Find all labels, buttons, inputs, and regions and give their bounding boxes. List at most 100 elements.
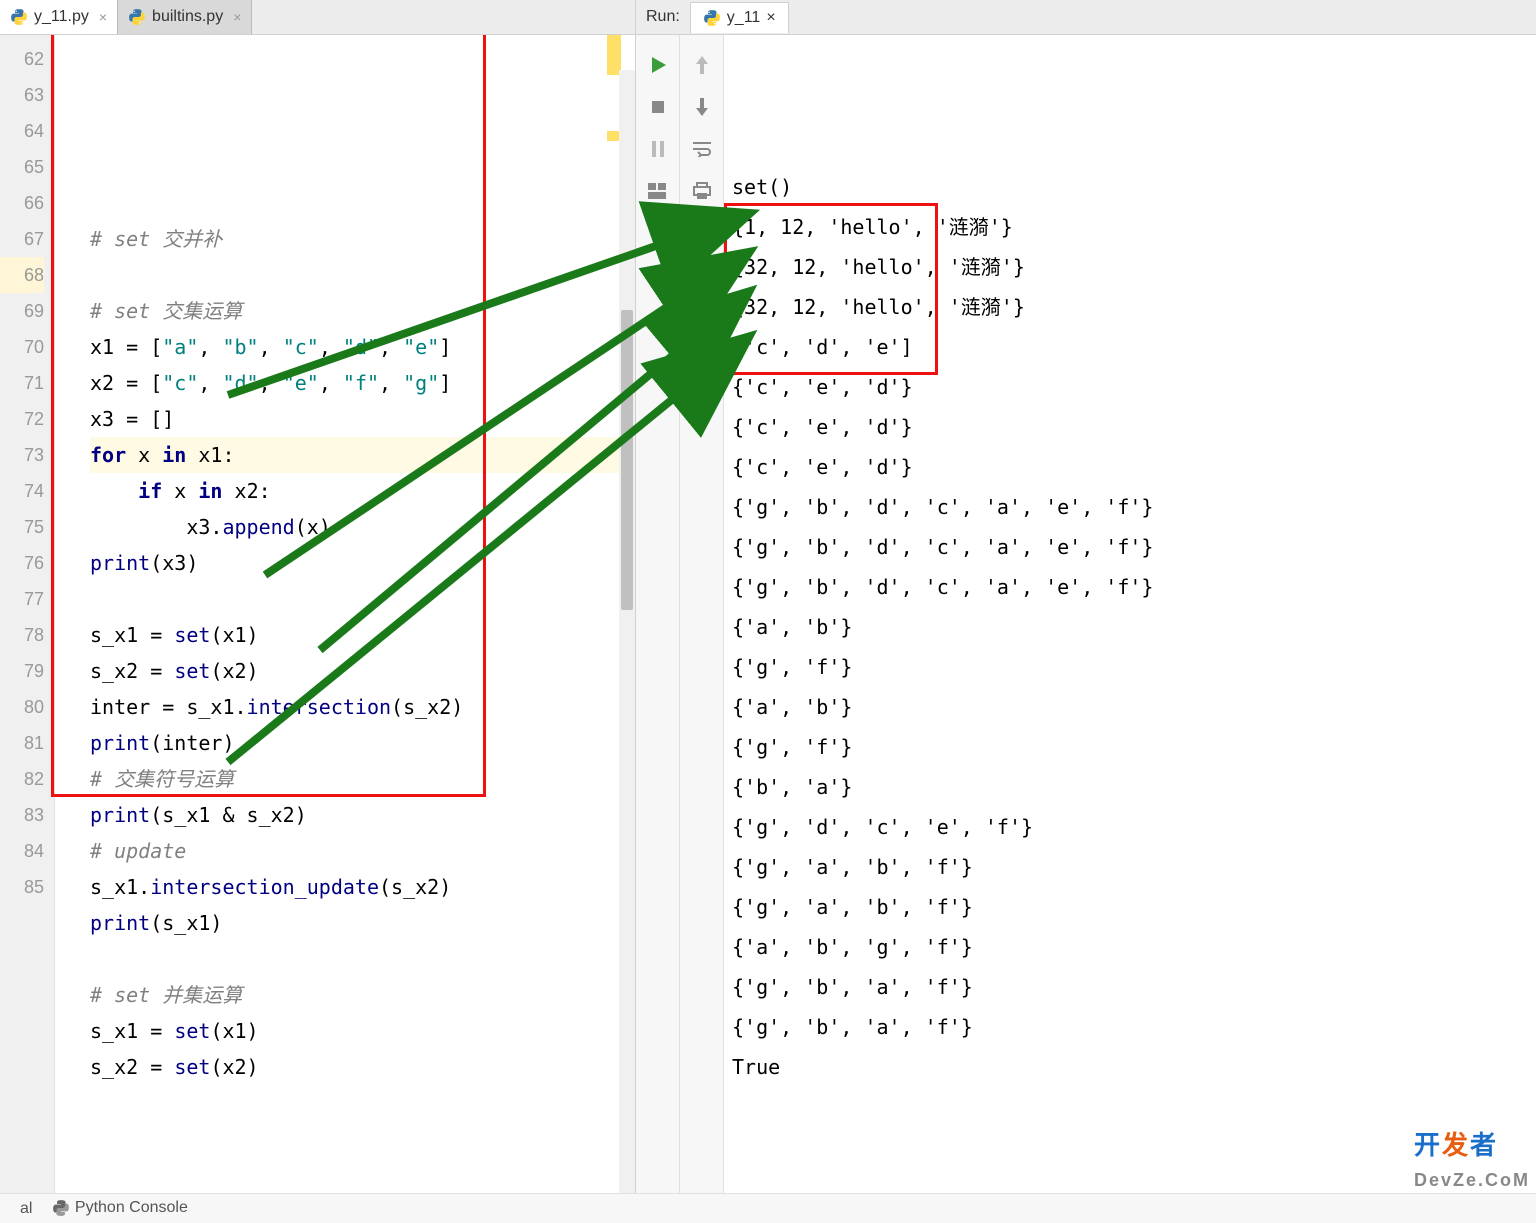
line-number: 63 [0,77,44,113]
code-line[interactable]: x1 = ["a", "b", "c", "d", "e"] [90,329,635,365]
console-line: {32, 12, 'hello', '涟漪'} [732,247,1536,287]
run-pane: Run: y_11 × [636,0,1536,1223]
stop-icon[interactable] [646,95,670,119]
arrow-down-icon[interactable] [690,95,714,119]
code-line[interactable]: s_x1 = set(x1) [90,1013,635,1049]
editor-tab-y11[interactable]: y_11.py × [0,0,118,34]
console-line: {'a', 'b', 'g', 'f'} [732,927,1536,967]
code-line[interactable]: # set 交并补 [90,221,635,257]
line-number: 81 [0,725,44,761]
console-line: {'c', 'e', 'd'} [732,407,1536,447]
editor-body[interactable]: 6263646566676869707172737475767778798081… [0,35,635,1193]
line-number: 74 [0,473,44,509]
code-line[interactable]: s_x1 = set(x1) [90,617,635,653]
console-line: {1, 12, 'hello', '涟漪'} [732,207,1536,247]
line-number: 77 [0,581,44,617]
editor-scrollbar[interactable] [619,70,635,1193]
code-line[interactable]: s_x2 = set(x2) [90,1049,635,1085]
console-line: ['c', 'd', 'e'] [732,327,1536,367]
line-number: 84 [0,833,44,869]
run-tab-label: y_11 [727,9,761,27]
layout-icon[interactable] [646,179,670,203]
console-line: {'g', 'a', 'b', 'f'} [732,887,1536,927]
python-console-button[interactable]: Python Console [52,1199,187,1217]
close-icon[interactable]: × [233,9,241,25]
console-line: {'a', 'b'} [732,687,1536,727]
python-icon [128,8,146,26]
line-number: 80 [0,689,44,725]
code-line[interactable]: # set 并集运算 [90,977,635,1013]
code-line[interactable]: x2 = ["c", "d", "e", "f", "g"] [90,365,635,401]
console-line: {'g', 'b', 'd', 'c', 'a', 'e', 'f'} [732,487,1536,527]
line-number: 65 [0,149,44,185]
console-line: {'g', 'd', 'c', 'e', 'f'} [732,807,1536,847]
code-line[interactable] [90,257,635,293]
console-line: {'g', 'f'} [732,727,1536,767]
line-number: 73 [0,437,44,473]
line-number: 79 [0,653,44,689]
editor-tab-builtins[interactable]: builtins.py × [118,0,252,34]
run-console[interactable]: set(){1, 12, 'hello', '涟漪'}{32, 12, 'hel… [724,35,1536,1223]
line-number: 71 [0,365,44,401]
line-number: 72 [0,401,44,437]
editor-tabs: y_11.py × builtins.py × [0,0,635,35]
line-number: 83 [0,797,44,833]
close-icon[interactable]: × [766,9,775,27]
line-number: 78 [0,617,44,653]
line-number: 66 [0,185,44,221]
line-number: 62 [0,41,44,77]
code-line[interactable] [90,941,635,977]
console-line: True [732,1047,1536,1087]
print-icon[interactable] [690,179,714,203]
run-label: Run: [646,8,680,26]
code-line[interactable]: s_x1.intersection_update(s_x2) [90,869,635,905]
tab-label: builtins.py [152,8,223,26]
console-line: {'a', 'b'} [732,607,1536,647]
code-line[interactable]: print(x3) [90,545,635,581]
footer-item[interactable]: al [20,1200,32,1218]
run-toolbar-left [636,35,680,1223]
code-line[interactable]: if x in x2: [90,473,635,509]
console-line: {'g', 'b', 'a', 'f'} [732,1007,1536,1047]
code-line[interactable]: print(s_x1) [90,905,635,941]
code-line[interactable]: # set 交集运算 [90,293,635,329]
line-number: 75 [0,509,44,545]
console-line: {'g', 'a', 'b', 'f'} [732,847,1536,887]
code-line[interactable]: for x in x1: [90,437,635,473]
code-line[interactable]: # update [90,833,635,869]
line-number: 70 [0,329,44,365]
run-header: Run: y_11 × [636,0,1536,35]
scrollbar-thumb[interactable] [621,310,633,610]
run-icon[interactable] [646,53,670,77]
code-line[interactable] [90,581,635,617]
code-line[interactable]: print(s_x1 & s_x2) [90,797,635,833]
console-line: {32, 12, 'hello', '涟漪'} [732,287,1536,327]
code-line[interactable]: x3.append(x) [90,509,635,545]
python-icon [52,1199,70,1217]
trash-icon[interactable] [690,259,714,283]
code-line[interactable]: print(inter) [90,725,635,761]
line-number: 68 [0,257,44,293]
console-line: {'g', 'b', 'a', 'f'} [732,967,1536,1007]
code-line[interactable]: # 交集符号运算 [90,761,635,797]
console-line: {'c', 'e', 'd'} [732,447,1536,487]
python-icon [10,8,28,26]
arrow-up-icon[interactable] [690,53,714,77]
code-line[interactable]: inter = s_x1.intersection(s_x2) [90,689,635,725]
close-icon[interactable]: × [99,9,107,25]
console-line: {'b', 'a'} [732,767,1536,807]
wrap-icon[interactable] [690,137,714,161]
code-area[interactable]: # set 交并补 # set 交集运算x1 = ["a", "b", "c", … [55,35,635,1193]
run-tab[interactable]: y_11 × [690,2,789,33]
editor-pane: y_11.py × builtins.py × 6263646566676869… [0,0,636,1223]
pause-icon[interactable] [646,137,670,161]
tab-label: y_11.py [34,8,89,26]
console-line: {'g', 'f'} [732,647,1536,687]
code-line[interactable]: x3 = [] [90,401,635,437]
footer-toolbar: al Python Console [0,1193,1536,1223]
run-toolbar-right [680,35,724,1223]
console-line: {'c', 'e', 'd'} [732,367,1536,407]
line-number: 76 [0,545,44,581]
code-line[interactable]: s_x2 = set(x2) [90,653,635,689]
line-gutter: 6263646566676869707172737475767778798081… [0,35,55,1193]
